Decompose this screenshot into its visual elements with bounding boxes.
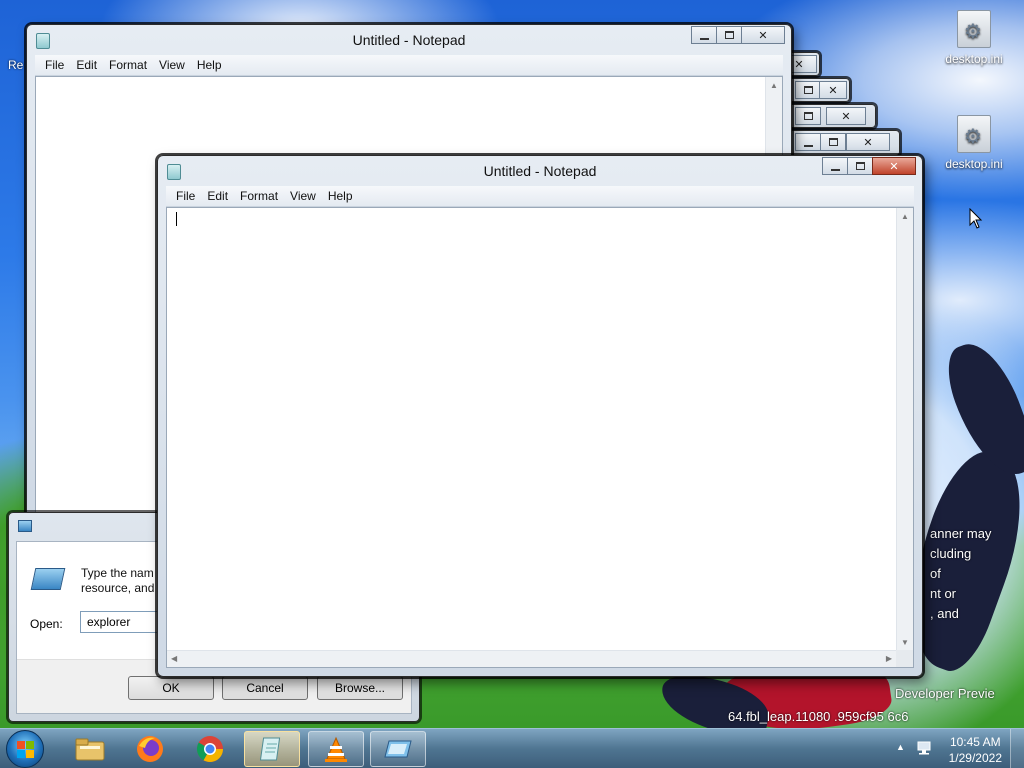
system-tray: ▲ 10:45 AM 1/29/2022 [884,729,1024,768]
settings-file-icon [957,115,991,153]
menu-format[interactable]: Format [234,189,284,203]
menu-file[interactable]: File [170,189,201,203]
menu-edit[interactable]: Edit [70,58,103,72]
run-description: Type the nam resource, and [81,566,154,596]
vertical-scrollbar[interactable]: ▲ ▼ [896,208,913,650]
maximize-icon[interactable] [795,81,821,99]
taskbar-chrome-button[interactable] [182,731,238,767]
window-title: Untitled - Notepad [483,163,597,179]
scroll-up-icon[interactable]: ▲ [901,212,909,221]
run-icon [18,520,32,532]
taskbar-vlc-button[interactable] [308,731,364,767]
wallpaper-text-line4: nt or [930,586,957,601]
desktop-icon-desktop-ini-2[interactable]: desktop.ini [938,115,1010,171]
text-editor[interactable]: ▲ ▼ ◀ ▶ [166,207,914,668]
desktop-icon-label: desktop.ini [945,52,1003,66]
network-icon[interactable] [916,740,932,756]
scroll-corner [896,650,913,667]
close-button[interactable]: ✕ [741,26,785,44]
run-description-line2: resource, and [81,581,155,595]
windows-logo-icon [17,741,35,759]
chrome-icon [196,736,224,763]
taskbar-run-button[interactable] [370,731,426,767]
minimize-button[interactable] [691,26,717,44]
menu-bar: File Edit Format View Help [166,186,914,207]
maximize-icon[interactable] [795,107,821,125]
minimize-icon[interactable] [795,133,821,151]
run-program-icon [30,568,66,590]
clock[interactable]: 10:45 AM 1/29/2022 [949,734,1002,766]
desktop-icon-label: desktop.ini [945,157,1003,171]
close-icon[interactable]: ✕ [819,81,847,99]
clock-time: 10:45 AM [949,735,1001,749]
desktop-edge-label: Re [8,58,24,72]
scroll-down-icon[interactable]: ▼ [901,638,909,647]
run-icon [384,740,412,758]
desktop-icon-desktop-ini-1[interactable]: desktop.ini [938,10,1010,66]
minimize-button[interactable] [822,157,848,175]
close-button[interactable]: ✕ [872,157,916,175]
wallpaper-text-line3: of [930,566,941,581]
show-hidden-icons-icon[interactable]: ▲ [896,742,905,752]
scroll-up-icon[interactable]: ▲ [770,81,778,90]
taskbar-explorer-button[interactable] [62,731,118,767]
run-description-line1: Type the nam [81,566,154,580]
taskbar-notepad-button[interactable] [244,731,300,767]
stacked-window-4[interactable]: ✕ [780,130,900,156]
close-icon: ✕ [758,29,768,42]
menu-edit[interactable]: Edit [201,189,234,203]
wallpaper-text-line1: anner may [930,526,992,541]
folder-icon [75,738,105,761]
menu-file[interactable]: File [39,58,70,72]
menu-view[interactable]: View [153,58,191,72]
stacked-window-3[interactable]: ✕ [780,104,876,128]
minimize-icon [830,168,840,171]
scroll-right-icon[interactable]: ▶ [886,654,892,663]
menu-help[interactable]: Help [191,58,228,72]
mouse-cursor-icon [969,208,983,229]
settings-file-icon [957,10,991,48]
notepad-window-front[interactable]: Untitled - Notepad ✕ File Edit Format Vi… [157,155,923,677]
show-desktop-button[interactable] [1010,729,1024,768]
vlc-icon [325,736,347,762]
taskbar-firefox-button[interactable] [122,731,178,767]
cancel-button[interactable]: Cancel [222,676,308,700]
notepad-icon [259,737,281,761]
title-bar[interactable]: Untitled - Notepad ✕ [158,156,922,186]
wallpaper-text-line5: , and [930,606,959,621]
taskbar: ▲ 10:45 AM 1/29/2022 [0,728,1024,768]
firefox-icon [137,736,163,762]
window-title: Untitled - Notepad [352,32,466,48]
clock-date: 1/29/2022 [948,751,1002,765]
title-bar[interactable]: Untitled - Notepad ✕ [27,25,791,55]
developer-preview-watermark: Developer Previe [895,686,995,701]
maximize-icon [724,31,734,39]
menu-bar: File Edit Format View Help [35,55,783,76]
open-label: Open: [30,617,63,631]
wallpaper-text-line2: cluding [930,546,972,561]
browse-button[interactable]: Browse... [317,676,403,700]
close-icon[interactable]: ✕ [846,133,890,151]
ok-button[interactable]: OK [128,676,214,700]
maximize-button[interactable] [847,157,873,175]
scroll-left-icon[interactable]: ◀ [171,654,177,663]
maximize-icon[interactable] [820,133,846,151]
menu-help[interactable]: Help [322,189,359,203]
maximize-icon [855,162,865,170]
close-icon[interactable]: ✕ [826,107,866,125]
horizontal-scrollbar[interactable]: ◀ ▶ [167,650,896,667]
menu-format[interactable]: Format [103,58,153,72]
maximize-button[interactable] [716,26,742,44]
menu-view[interactable]: View [284,189,322,203]
start-button[interactable] [6,730,44,768]
close-icon: ✕ [889,160,899,173]
build-watermark: 64.fbl_leap.11080 .959cf95 6c6 [728,709,909,724]
minimize-icon [699,37,709,40]
text-caret [176,212,177,226]
